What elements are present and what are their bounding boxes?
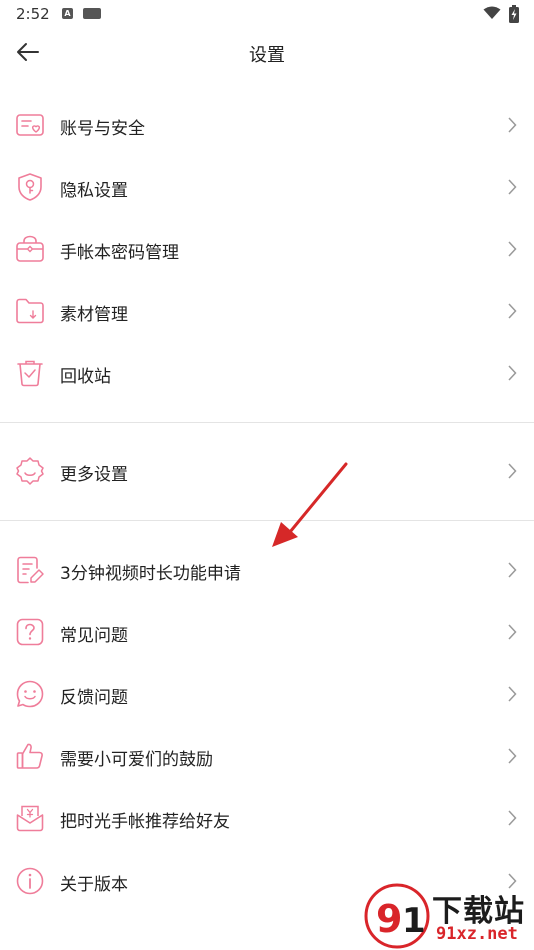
chevron-right-icon: [508, 365, 517, 381]
settings-item-recommend[interactable]: 把时光手帐推荐给好友: [0, 788, 534, 848]
share-gift-icon: [16, 805, 44, 832]
a-notification-icon: A: [62, 8, 73, 19]
chevron-right-icon: [508, 810, 517, 826]
thumbs-up-icon: [16, 743, 43, 769]
battery-charging-icon: [509, 5, 519, 23]
header: 设置: [0, 30, 534, 74]
group-divider: [0, 422, 534, 423]
chevron-right-icon: [508, 624, 517, 640]
chevron-right-icon: [508, 117, 517, 133]
settings-item-label: 把时光手帐推荐给好友: [60, 812, 230, 832]
settings-item-label: 3分钟视频时长功能申请: [60, 564, 241, 584]
status-bar: 2:52 A: [0, 0, 534, 30]
lock-box-icon: [16, 235, 44, 262]
account-card-icon: [16, 114, 44, 136]
svg-text:1: 1: [402, 901, 426, 941]
settings-item-encourage[interactable]: 需要小可爱们的鼓励: [0, 726, 534, 786]
status-time: 2:52: [16, 5, 50, 23]
chevron-right-icon: [508, 748, 517, 764]
settings-item-label: 手帐本密码管理: [60, 243, 179, 263]
settings-item-account-security[interactable]: 账号与安全: [0, 95, 534, 155]
settings-item-label: 常见问题: [60, 626, 128, 646]
settings-item-label: 回收站: [60, 367, 111, 387]
group-divider: [0, 520, 534, 521]
watermark-domain: 91xz.net: [436, 924, 518, 944]
settings-item-label: 关于版本: [60, 875, 128, 895]
privacy-shield-icon: [18, 173, 42, 201]
settings-item-materials[interactable]: 素材管理: [0, 281, 534, 341]
info-icon: [16, 867, 44, 895]
chevron-right-icon: [508, 686, 517, 702]
settings-item-label: 隐私设置: [60, 181, 128, 201]
wifi-icon: [483, 6, 501, 19]
chevron-right-icon: [508, 463, 517, 479]
settings-item-recycle-bin[interactable]: 回收站: [0, 343, 534, 403]
chevron-right-icon: [508, 179, 517, 195]
document-edit-icon: [17, 556, 44, 584]
app-notification-icon: [83, 8, 101, 19]
svg-text:9: 9: [376, 897, 402, 941]
gear-icon: [16, 457, 44, 485]
watermark: 9 1 下载站 91xz.net: [360, 882, 534, 950]
settings-item-label: 账号与安全: [60, 119, 145, 139]
chevron-right-icon: [508, 241, 517, 257]
chevron-right-icon: [508, 562, 517, 578]
page-title: 设置: [249, 45, 285, 66]
watermark-logo-icon: 9 1: [364, 883, 430, 949]
settings-item-more-settings[interactable]: 更多设置: [0, 441, 534, 501]
trash-check-icon: [17, 360, 43, 387]
settings-page: 2:52 A 设置 账号与安全 隐私设置 手帐本密码管理 素材管理 回收站 更多…: [0, 0, 534, 950]
settings-item-label: 需要小可爱们的鼓励: [60, 750, 213, 770]
settings-item-feedback[interactable]: 反馈问题: [0, 664, 534, 724]
folder-download-icon: [16, 298, 44, 324]
smiley-feedback-icon: [16, 680, 44, 708]
settings-item-label: 素材管理: [60, 305, 128, 325]
settings-item-faq[interactable]: 常见问题: [0, 602, 534, 662]
settings-item-journal-password[interactable]: 手帐本密码管理: [0, 219, 534, 279]
chevron-right-icon: [508, 303, 517, 319]
settings-item-label: 更多设置: [60, 465, 128, 485]
question-icon: [16, 618, 44, 646]
settings-item-video-duration-application[interactable]: 3分钟视频时长功能申请: [0, 540, 534, 600]
settings-item-label: 反馈问题: [60, 688, 128, 708]
settings-item-privacy[interactable]: 隐私设置: [0, 157, 534, 217]
